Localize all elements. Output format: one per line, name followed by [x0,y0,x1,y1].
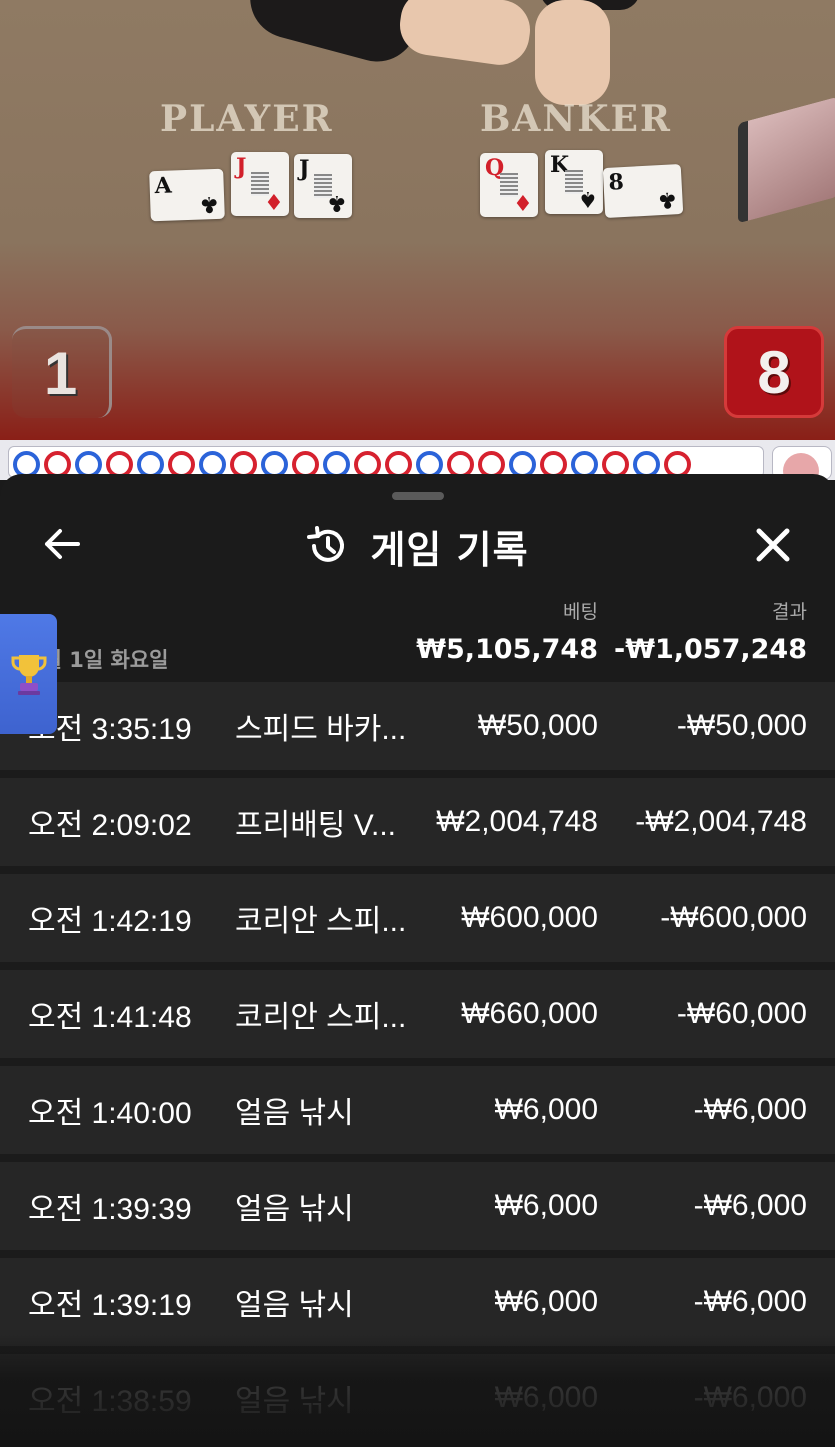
game-history-panel: 게임 기록 베팅 결과 9월 1일 화요일 ₩5,105,748 -₩1,057… [0,474,835,1447]
row-result: -₩6,000 [693,1381,807,1414]
row-bet: ₩660,000 [461,997,598,1030]
row-bet: ₩6,000 [494,1189,598,1222]
row-bet: ₩2,004,748 [436,805,598,838]
dealer-hand-left [396,0,534,69]
live-video: PLAYER BANKER A ♣ J ♦ J ♣ Q ♦ K ♠ 8 ♣ 1 … [0,0,835,440]
history-list: 오전 3:35:19 스피드 바카... ₩50,000 -₩50,000 오전… [0,682,835,1447]
row-bet: ₩6,000 [494,1093,598,1126]
row-bet: ₩6,000 [494,1381,598,1414]
total-bet: ₩5,105,748 [416,634,598,665]
row-time: 오전 1:39:19 [28,1289,192,1322]
history-row[interactable]: 오전 1:38:59 얼음 낚시 ₩6,000 -₩6,000 [0,1354,835,1442]
row-time: 오전 1:42:19 [28,905,192,938]
history-row[interactable]: 오전 3:35:19 스피드 바카... ₩50,000 -₩50,000 [0,682,835,770]
card-suit: ♣ [199,190,220,218]
drag-handle[interactable] [392,492,444,500]
row-time: 오전 1:39:39 [28,1193,192,1226]
history-row[interactable]: 오전 1:40:00 얼음 낚시 ₩6,000 -₩6,000 [0,1066,835,1154]
dealer-hand-right [535,0,610,105]
card-rank: J [236,154,247,180]
bet-column-header: 베팅 [563,601,598,623]
page-title: 게임 기록 [370,527,529,572]
result-column-header: 결과 [772,601,807,623]
close-button[interactable] [750,522,796,568]
row-bet: ₩50,000 [477,709,598,742]
row-time: 오전 1:38:59 [28,1385,192,1418]
history-row[interactable]: 오전 1:39:39 얼음 낚시 ₩6,000 -₩6,000 [0,1162,835,1250]
panel-header: 게임 기록 [0,516,835,576]
player-label: PLAYER [160,98,334,140]
trophy-icon [11,655,46,695]
card-suit: ♣ [327,190,347,216]
row-game: 얼음 낚시 [235,1097,354,1130]
card-suit: ♣ [657,186,679,214]
banker-card: Q ♦ [480,153,538,217]
banker-card: 8 ♣ [602,163,684,219]
player-card: J ♣ [294,154,352,218]
banker-card: K ♠ [545,150,603,214]
row-game: 코리안 스피... [235,905,407,938]
trophy-tab[interactable] [0,614,57,734]
row-game: 스피드 바카... [235,713,407,746]
history-row[interactable]: 오전 1:39:19 얼음 낚시 ₩6,000 -₩6,000 [0,1258,835,1346]
row-result: -₩6,000 [693,1285,807,1318]
player-card: A ♣ [149,168,225,222]
card-suit: ♦ [264,188,284,214]
history-row[interactable]: 오전 2:09:02 프리배팅 V... ₩2,004,748 -₩2,004,… [0,778,835,866]
banker-label: BANKER [480,98,672,140]
card-rank: A [154,172,173,200]
row-game: 얼음 낚시 [235,1289,354,1322]
card-shoe [738,96,835,224]
card-rank: J [299,156,310,182]
row-time: 오전 1:40:00 [28,1097,192,1130]
row-result: -₩2,004,748 [635,805,807,838]
player-card: J ♦ [231,152,289,216]
row-game: 얼음 낚시 [235,1193,354,1226]
row-result: -₩6,000 [693,1093,807,1126]
row-game: 얼음 낚시 [235,1385,354,1418]
row-result: -₩600,000 [660,901,807,934]
row-result: -₩50,000 [676,709,807,742]
card-suit: ♠ [578,186,598,212]
row-result: -₩60,000 [676,997,807,1030]
history-icon [307,526,345,562]
close-icon [756,528,790,562]
player-score: 1 [12,326,112,418]
row-bet: ₩600,000 [461,901,598,934]
card-suit: ♦ [513,189,533,215]
history-row[interactable]: 오전 1:41:48 코리안 스피... ₩660,000 -₩60,000 [0,970,835,1058]
row-result: -₩6,000 [693,1189,807,1222]
row-game: 코리안 스피... [235,1001,407,1034]
card-rank: 8 [607,169,625,196]
row-time: 오전 1:41:48 [28,1001,192,1034]
row-time: 오전 2:09:02 [28,809,192,842]
row-game: 프리배팅 V... [235,809,396,842]
banker-score: 8 [724,326,824,418]
total-result: -₩1,057,248 [613,634,807,665]
row-bet: ₩6,000 [494,1285,598,1318]
history-row[interactable]: 오전 1:42:19 코리안 스피... ₩600,000 -₩600,000 [0,874,835,962]
